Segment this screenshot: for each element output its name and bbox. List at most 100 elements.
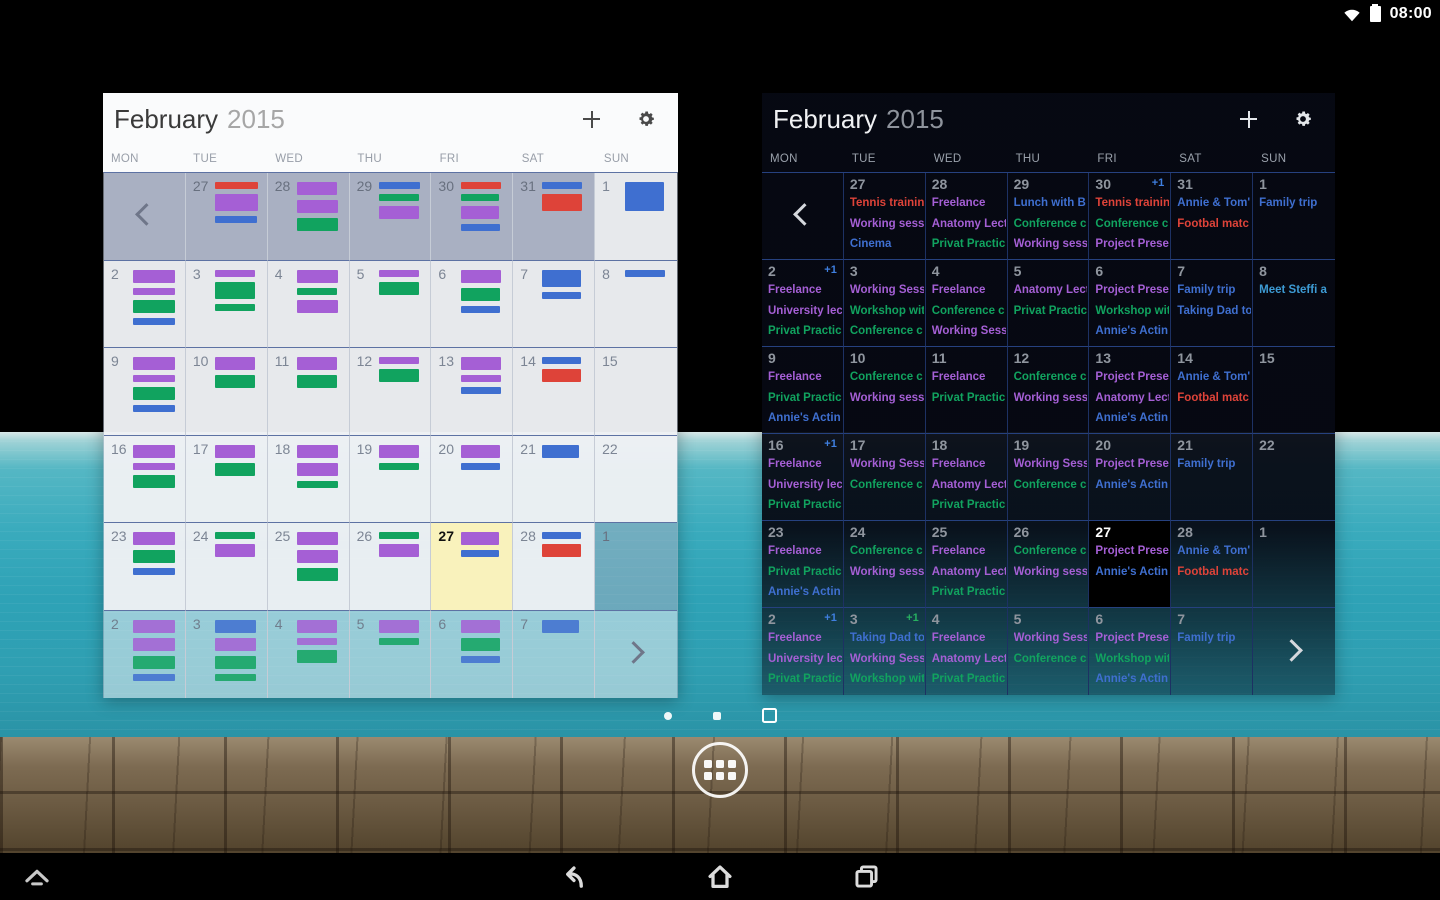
- settings-gear-icon[interactable]: [636, 109, 656, 129]
- home-button[interactable]: [705, 862, 735, 892]
- day-cell[interactable]: 29: [349, 173, 432, 261]
- day-cell[interactable]: 24 Conference c Working sess: [843, 521, 926, 608]
- day-cell[interactable]: 2: [104, 260, 186, 348]
- day-cell[interactable]: 31 Annie & Tom' Footbal matc: [1171, 173, 1254, 260]
- day-cell[interactable]: 15: [595, 348, 677, 436]
- day-cell[interactable]: 3 +1 Taking Dad to Working Sess Workshop wit: [844, 608, 926, 695]
- day-cell[interactable]: 27 Project Prese Annie's Actin: [1089, 521, 1172, 608]
- day-cell[interactable]: 4: [267, 610, 350, 698]
- day-cell[interactable]: 18: [267, 435, 350, 523]
- day-cell[interactable]: 15: [1253, 347, 1335, 434]
- dow-label: MON: [111, 152, 139, 165]
- day-cell[interactable]: 23 Freelance Privat Practic Annie's Actin: [762, 521, 844, 608]
- page-indicator-dot[interactable]: [761, 708, 777, 723]
- recents-button[interactable]: [851, 862, 881, 892]
- day-cell[interactable]: 2 +1 Freelance University lec Privat Practic: [762, 260, 844, 347]
- event-label: Annie's Actin: [1095, 673, 1169, 685]
- day-cell[interactable]: 5: [349, 610, 432, 698]
- day-cell[interactable]: 28: [513, 523, 596, 611]
- add-event-icon[interactable]: [583, 110, 600, 128]
- day-cell[interactable]: 17: [185, 435, 268, 523]
- back-button[interactable]: [559, 862, 589, 892]
- day-cell[interactable]: 1: [595, 523, 677, 611]
- day-cell[interactable]: 9 Freelance Privat Practic Annie's Actin: [762, 347, 844, 434]
- day-cell[interactable]: 27 Tennis trainin Working sess Cinema: [843, 173, 926, 260]
- day-cell[interactable]: 3: [185, 610, 268, 698]
- day-cell[interactable]: 3: [185, 260, 268, 348]
- day-cell[interactable]: 21 Family trip: [1171, 434, 1254, 521]
- day-cell[interactable]: 16 +1 Freelance University lec Privat Practi…: [762, 434, 844, 521]
- day-cell[interactable]: 29 Lunch with B Conference c Working sess: [1007, 173, 1090, 260]
- day-cell[interactable]: 24: [185, 523, 268, 611]
- day-cell[interactable]: 11 Freelance Privat Practic: [925, 347, 1008, 434]
- day-cell[interactable]: 6 Project Prese Workshop wit Annie's Actin: [1089, 260, 1172, 347]
- day-cell[interactable]: 18 Freelance Anatomy Lect Privat Practic: [925, 434, 1008, 521]
- day-cell[interactable]: 6: [431, 610, 514, 698]
- day-cell[interactable]: 5: [349, 260, 432, 348]
- day-cell[interactable]: 28: [267, 173, 350, 261]
- day-cell[interactable]: 30: [431, 173, 514, 261]
- add-event-icon[interactable]: [1240, 110, 1257, 128]
- day-cell[interactable]: 5 Anatomy Lect Privat Practic: [1007, 260, 1090, 347]
- day-cell[interactable]: 9: [104, 348, 186, 436]
- day-cell[interactable]: 4 Freelance Conference c Working Sess: [925, 260, 1008, 347]
- day-cell[interactable]: 13: [431, 348, 514, 436]
- day-cell[interactable]: 12 Conference c Working sess: [1007, 347, 1090, 434]
- day-cell[interactable]: 19: [349, 435, 432, 523]
- day-cell[interactable]: 5 Working Sess Conference c: [1008, 608, 1090, 695]
- day-cell[interactable]: 20 Project Prese Annie's Actin: [1089, 434, 1172, 521]
- next-month-cell[interactable]: [595, 610, 677, 698]
- page-indicator-dot[interactable]: [663, 711, 672, 720]
- day-cell[interactable]: 3 Working Sess Workshop wit Conference c: [843, 260, 926, 347]
- day-cell[interactable]: 1 Family trip: [1253, 173, 1335, 260]
- day-cell[interactable]: 13 Project Prese Anatomy Lect Annie's Actin: [1089, 347, 1172, 434]
- day-cell[interactable]: 1: [595, 173, 677, 261]
- settings-gear-icon[interactable]: [1293, 109, 1313, 129]
- day-cell[interactable]: 12: [349, 348, 432, 436]
- event-bar: [133, 299, 175, 313]
- day-cell[interactable]: 7 Family trip: [1171, 608, 1254, 695]
- day-cell[interactable]: 4 Freelance Anatomy Lect Privat Practic: [926, 608, 1008, 695]
- day-cell[interactable]: 25 Freelance Anatomy Lect Privat Practic: [925, 521, 1008, 608]
- day-cell[interactable]: 28 Annie & Tom' Footbal matc: [1171, 521, 1254, 608]
- day-cell[interactable]: 2 +1 Freelance University lec Privat Practic: [762, 608, 844, 695]
- day-cell[interactable]: 10: [185, 348, 268, 436]
- day-cell[interactable]: 7: [513, 610, 596, 698]
- page-indicator-dot[interactable]: [712, 711, 721, 720]
- chevron-up-icon[interactable]: [22, 862, 52, 892]
- day-cell[interactable]: 6 Project Prese Workshop wit Annie's Actin: [1089, 608, 1172, 695]
- day-cell[interactable]: 14 Annie & Tom' Footbal matc: [1171, 347, 1254, 434]
- day-cell[interactable]: 16: [104, 435, 186, 523]
- event-bar: [296, 287, 337, 295]
- day-cell[interactable]: 10 Conference c Working sess: [843, 347, 926, 434]
- prev-month-cell[interactable]: [104, 173, 186, 261]
- app-drawer-button[interactable]: [692, 742, 748, 798]
- day-cell[interactable]: 22: [1253, 434, 1335, 521]
- next-month-cell[interactable]: [1253, 608, 1335, 695]
- day-cell[interactable]: 22: [595, 435, 677, 523]
- day-cell[interactable]: 2: [104, 610, 186, 698]
- day-cell[interactable]: 19 Working Sess Conference c: [1007, 434, 1090, 521]
- day-cell[interactable]: 31: [513, 173, 596, 261]
- day-cell[interactable]: 21: [513, 435, 596, 523]
- day-cell[interactable]: 1: [1253, 521, 1335, 608]
- day-cell[interactable]: 14: [513, 348, 596, 436]
- day-cell[interactable]: 8 Meet Steffi a: [1253, 260, 1335, 347]
- day-cell[interactable]: 6: [431, 260, 514, 348]
- day-cell[interactable]: 11: [267, 348, 350, 436]
- day-cell[interactable]: 26: [349, 523, 432, 611]
- day-cell[interactable]: 25: [267, 523, 350, 611]
- day-cell[interactable]: 28 Freelance Anatomy Lect Privat Practic: [925, 173, 1008, 260]
- day-cell[interactable]: 4: [267, 260, 350, 348]
- day-cell[interactable]: 23: [104, 523, 186, 611]
- day-cell[interactable]: 26 Conference c Working sess: [1007, 521, 1090, 608]
- day-cell[interactable]: 30 +1 Tennis trainin Conference c Project Pr…: [1089, 173, 1172, 260]
- day-cell[interactable]: 7: [513, 260, 596, 348]
- day-cell[interactable]: 8: [595, 260, 677, 348]
- day-cell[interactable]: 27: [431, 523, 514, 611]
- prev-month-cell[interactable]: [762, 173, 844, 260]
- day-cell[interactable]: 27: [185, 173, 268, 261]
- day-cell[interactable]: 7 Family trip Taking Dad to: [1171, 260, 1254, 347]
- day-cell[interactable]: 20: [431, 435, 514, 523]
- day-cell[interactable]: 17 Working Sess Conference c: [843, 434, 926, 521]
